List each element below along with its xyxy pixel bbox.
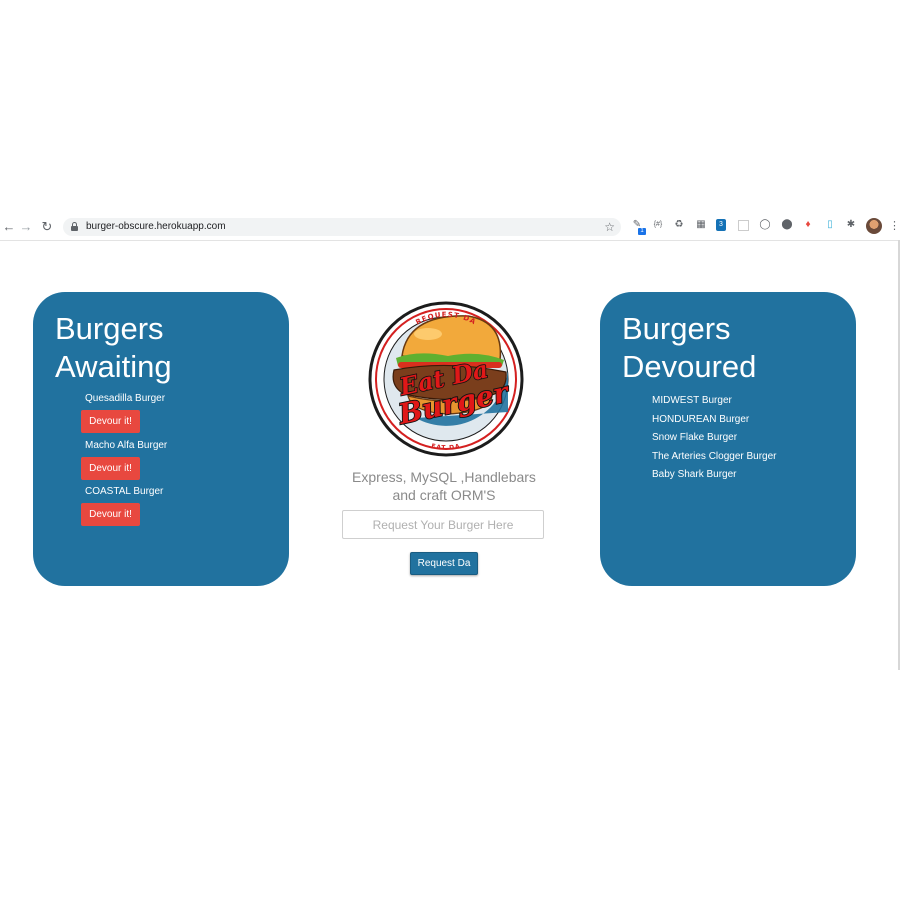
devoured-list: MIDWEST Burger HONDUREAN Burger Snow Fla… [652, 392, 777, 485]
list-item: Macho Alfa Burger Devour it! [81, 439, 271, 486]
tech-subtitle: Express, MySQL ,Handlebars and craft ORM… [352, 469, 536, 503]
browser-toolbar: ← → ↻ burger-obscure.herokuapp.com ☆ ✎ 1… [0, 214, 900, 241]
burger-name: Quesadilla Burger [85, 393, 166, 404]
css-icon[interactable]: 3 [716, 219, 726, 231]
awaiting-panel: Burgers Awaiting Quesadilla Burger Devou… [33, 292, 289, 586]
extension-badge: 1 [638, 228, 646, 235]
awaiting-title: Burgers Awaiting [55, 311, 172, 384]
list-item: Baby Shark Burger [652, 469, 737, 480]
forward-arrow-icon[interactable]: → [17, 218, 35, 236]
devoured-title: Burgers Devoured [622, 311, 757, 384]
circle-icon[interactable]: ⬤ [781, 219, 793, 231]
url-text: burger-obscure.herokuapp.com [86, 221, 226, 232]
tag-icon[interactable]: ♦ [802, 219, 814, 231]
awaiting-list: Quesadilla Burger Devour it! Macho Alfa … [81, 392, 271, 532]
json-icon[interactable]: {#} [652, 219, 664, 231]
list-item: HONDUREAN Burger [652, 413, 750, 425]
recycle-icon[interactable]: ♻ [673, 219, 685, 231]
burger-name: COASTAL Burger [85, 486, 164, 497]
puzzle-icon[interactable]: ✱ [845, 219, 857, 231]
burger-request-input[interactable] [342, 510, 544, 539]
list-item: COASTAL Burger Devour it! [81, 485, 271, 532]
list-item: The Arteries Clogger Burger [652, 450, 777, 462]
menu-kebab-icon[interactable]: ⋮ [889, 217, 900, 235]
bookmark-star-icon[interactable]: ☆ [604, 218, 615, 236]
burger-name: Macho Alfa Burger [85, 439, 168, 451]
request-burger-button[interactable]: Request Da [410, 552, 478, 575]
eat-da-burger-logo: REQUEST DA EAT DA Eat Da Burger [368, 301, 524, 457]
shield-icon[interactable]: ◯ [759, 219, 771, 231]
lock-icon [71, 222, 78, 231]
list-item: Snow Flake Burger [652, 432, 738, 443]
qr-icon[interactable]: ▦ [695, 219, 707, 231]
blank-page-icon[interactable] [738, 220, 749, 231]
list-item: MIDWEST Burger [652, 395, 732, 406]
address-bar[interactable]: burger-obscure.herokuapp.com ☆ [63, 218, 621, 236]
devour-button[interactable]: Devour it! [81, 456, 140, 480]
profile-avatar[interactable] [866, 218, 882, 234]
devoured-panel: Burgers Devoured MIDWEST Burger HONDUREA… [600, 292, 856, 586]
back-arrow-icon[interactable]: ← [0, 218, 18, 236]
document-icon[interactable]: ▯ [824, 219, 836, 231]
devour-button[interactable]: Devour it! [81, 503, 140, 526]
list-item: Quesadilla Burger Devour it! [81, 392, 271, 439]
devour-button[interactable]: Devour it! [81, 410, 140, 433]
reload-icon[interactable]: ↻ [38, 218, 56, 236]
